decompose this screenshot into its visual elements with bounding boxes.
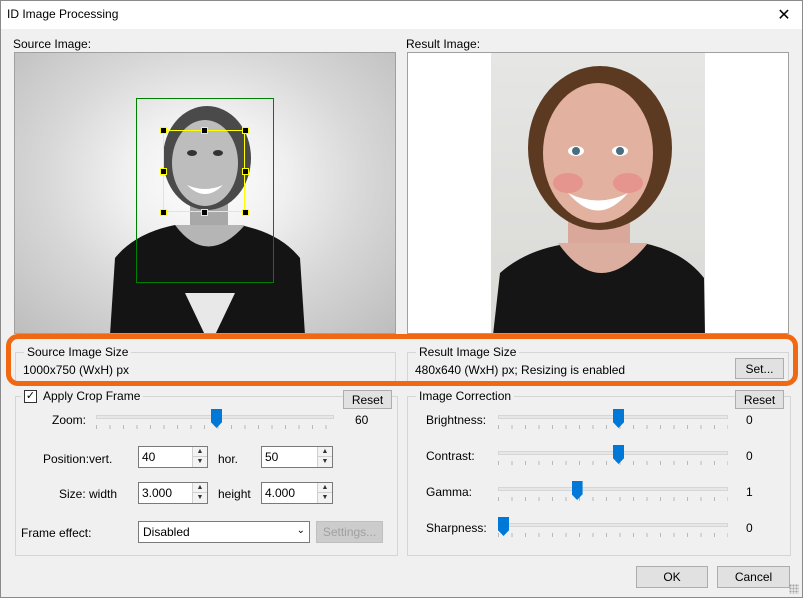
zoom-slider[interactable]	[96, 409, 334, 433]
correction-label: Gamma:	[426, 485, 473, 499]
crop-handle[interactable]	[160, 168, 167, 175]
apply-crop-checkbox[interactable]: ✓ Apply Crop Frame	[21, 389, 144, 403]
vert-position-value: 40	[142, 450, 156, 464]
hor-position-stepper[interactable]: 50 ▲ ▼	[261, 446, 333, 468]
frame-effect-select[interactable]: Disabled ⌄	[138, 521, 310, 543]
correction-label: Brightness:	[426, 413, 487, 427]
crop-handle[interactable]	[201, 127, 208, 134]
correction-value: 0	[746, 413, 753, 427]
checkbox-check-icon: ✓	[24, 389, 37, 403]
correction-slider[interactable]	[498, 517, 728, 541]
result-image-label: Result Image:	[406, 37, 481, 51]
height-value: 4.000	[265, 486, 296, 500]
image-correction-title: Image Correction	[416, 389, 515, 403]
correction-slider[interactable]	[498, 409, 728, 433]
size-label: Size:	[59, 487, 86, 501]
chevron-down-icon: ⌄	[296, 525, 305, 536]
width-stepper[interactable]: 3.000 ▲ ▼	[138, 482, 208, 504]
correction-value: 0	[746, 449, 753, 463]
crop-handle[interactable]	[242, 168, 249, 175]
correction-slider[interactable]	[498, 481, 728, 505]
hor-position-value: 50	[265, 450, 279, 464]
spin-down-icon[interactable]: ▼	[318, 457, 332, 467]
crop-reset-button[interactable]: Reset	[343, 390, 392, 409]
crop-handle[interactable]	[160, 127, 167, 134]
ok-button[interactable]: OK	[636, 566, 708, 588]
frame-effect-value: Disabled	[143, 525, 190, 539]
close-icon: ✕	[777, 7, 791, 24]
frame-effect-label: Frame effect:	[21, 526, 92, 540]
width-label: width	[89, 487, 118, 501]
correction-reset-button[interactable]: Reset	[735, 390, 784, 409]
height-label: height	[218, 487, 251, 501]
apply-crop-label: Apply Crop Frame	[43, 389, 141, 403]
spin-down-icon[interactable]: ▼	[193, 493, 207, 503]
correction-label: Sharpness:	[426, 521, 487, 535]
resize-grip-icon[interactable]	[789, 584, 799, 594]
title-bar: ID Image Processing ✕	[1, 1, 802, 29]
cancel-button[interactable]: Cancel	[717, 566, 790, 588]
spin-up-icon[interactable]: ▲	[318, 483, 332, 493]
close-button[interactable]: ✕	[770, 3, 798, 27]
size-row-highlight	[6, 334, 798, 386]
source-image-view[interactable]	[14, 52, 396, 334]
crop-handle[interactable]	[242, 127, 249, 134]
spin-up-icon[interactable]: ▲	[318, 447, 332, 457]
correction-slider[interactable]	[498, 445, 728, 469]
source-image-label: Source Image:	[13, 37, 92, 51]
hor-label: hor.	[218, 452, 239, 466]
crop-handle[interactable]	[201, 209, 208, 216]
spin-down-icon[interactable]: ▼	[193, 457, 207, 467]
crop-frame[interactable]	[163, 130, 245, 212]
spin-up-icon[interactable]: ▲	[193, 447, 207, 457]
position-label: Position:	[43, 452, 90, 466]
vert-position-stepper[interactable]: 40 ▲ ▼	[138, 446, 208, 468]
height-stepper[interactable]: 4.000 ▲ ▼	[261, 482, 333, 504]
zoom-value: 60	[355, 413, 369, 427]
dialog-window: ID Image Processing ✕ Source Image: Resu…	[0, 0, 803, 598]
correction-label: Contrast:	[426, 449, 475, 463]
window-title: ID Image Processing	[7, 7, 119, 21]
result-portrait	[493, 66, 705, 333]
result-image-view	[407, 52, 789, 334]
vert-label: vert.	[89, 452, 113, 466]
correction-value: 1	[746, 485, 753, 499]
spin-up-icon[interactable]: ▲	[193, 483, 207, 493]
width-value: 3.000	[142, 486, 173, 500]
crop-handle[interactable]	[242, 209, 249, 216]
crop-handle[interactable]	[160, 209, 167, 216]
spin-down-icon[interactable]: ▼	[318, 493, 332, 503]
zoom-label: Zoom:	[52, 413, 87, 427]
correction-value: 0	[746, 521, 753, 535]
frame-settings-button[interactable]: Settings...	[316, 521, 383, 543]
